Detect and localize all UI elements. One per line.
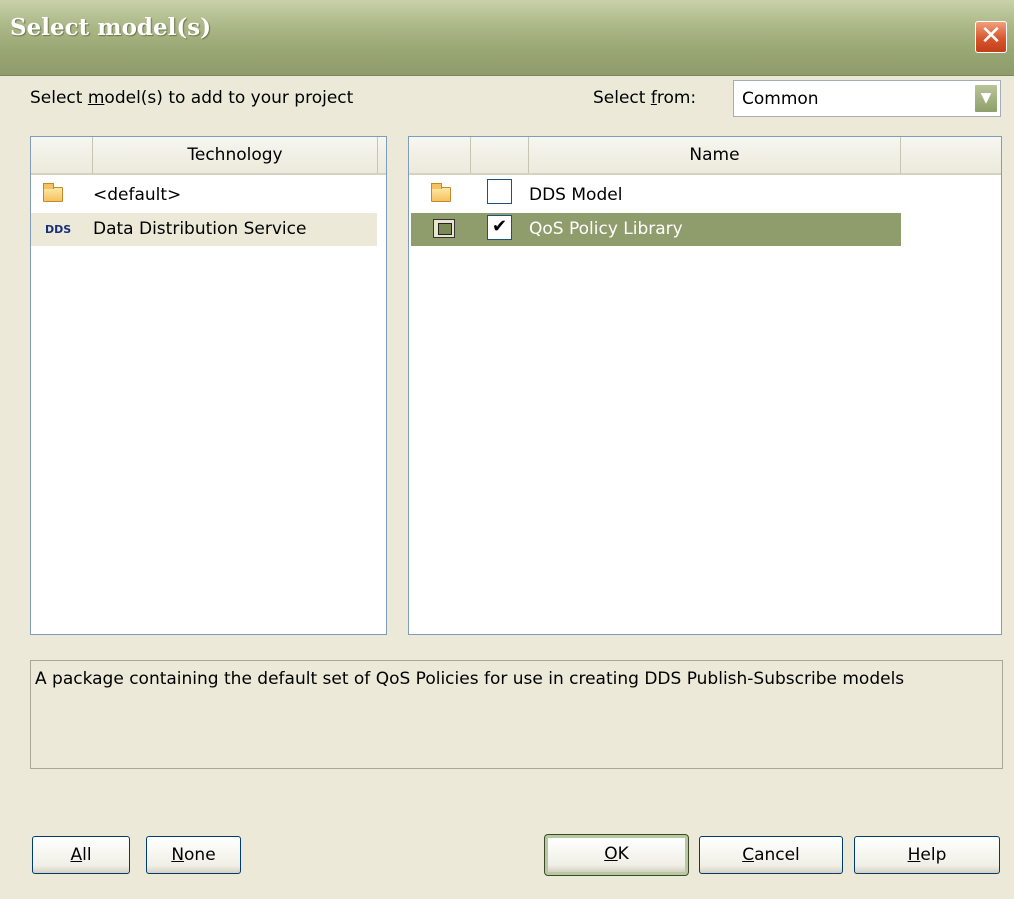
window-title: Select model(s) xyxy=(10,14,212,41)
model-checkbox[interactable] xyxy=(487,179,512,204)
check-column-header[interactable] xyxy=(471,137,529,173)
close-icon: ✕ xyxy=(980,21,1002,51)
ok-button[interactable]: OK xyxy=(544,834,689,876)
technology-item-label: <default> xyxy=(93,185,182,205)
icon-column-header[interactable] xyxy=(31,137,93,173)
technology-column-header[interactable]: Technology xyxy=(93,137,378,173)
chevron-down-icon[interactable]: ▼ xyxy=(974,84,998,113)
select-from-label: Select from: xyxy=(593,88,697,108)
help-button[interactable]: Help xyxy=(854,836,1000,874)
technology-header: Technology xyxy=(31,137,386,175)
folder-icon xyxy=(43,183,63,202)
description-text: A package containing the default set of … xyxy=(35,669,905,689)
folder-icon xyxy=(431,183,451,202)
model-item-qos-policy-library[interactable]: ✔ QoS Policy Library xyxy=(411,213,901,246)
name-header: Name xyxy=(409,137,1001,175)
cancel-button[interactable]: Cancel xyxy=(699,836,843,874)
close-button[interactable]: ✕ xyxy=(975,21,1007,53)
library-icon xyxy=(433,219,455,238)
dds-icon: DDS xyxy=(45,223,72,236)
all-button[interactable]: All xyxy=(32,836,130,874)
model-item-dds-model[interactable]: DDS Model xyxy=(409,179,901,212)
title-bar[interactable]: Select model(s) ✕ xyxy=(0,0,1014,76)
instruction-label: Select model(s) to add to your project xyxy=(30,88,354,108)
technology-item-label: Data Distribution Service xyxy=(93,219,307,239)
model-item-label: QoS Policy Library xyxy=(529,219,683,239)
model-list[interactable]: Name DDS Model ✔ QoS Policy Library xyxy=(408,136,1002,635)
description-box: A package containing the default set of … xyxy=(30,660,1003,769)
name-column-header[interactable]: Name xyxy=(529,137,901,173)
select-from-dropdown[interactable]: Common ▼ xyxy=(733,80,1001,117)
none-button[interactable]: None xyxy=(146,836,241,874)
icon-column-header[interactable] xyxy=(409,137,471,173)
technology-list[interactable]: Technology <default> DDS Data Distributi… xyxy=(30,136,387,635)
technology-item-default[interactable]: <default> xyxy=(31,179,386,212)
technology-item-dds[interactable]: DDS Data Distribution Service xyxy=(31,213,377,246)
model-item-label: DDS Model xyxy=(529,185,623,205)
model-checkbox[interactable]: ✔ xyxy=(487,215,512,240)
select-from-value: Common xyxy=(742,89,819,109)
